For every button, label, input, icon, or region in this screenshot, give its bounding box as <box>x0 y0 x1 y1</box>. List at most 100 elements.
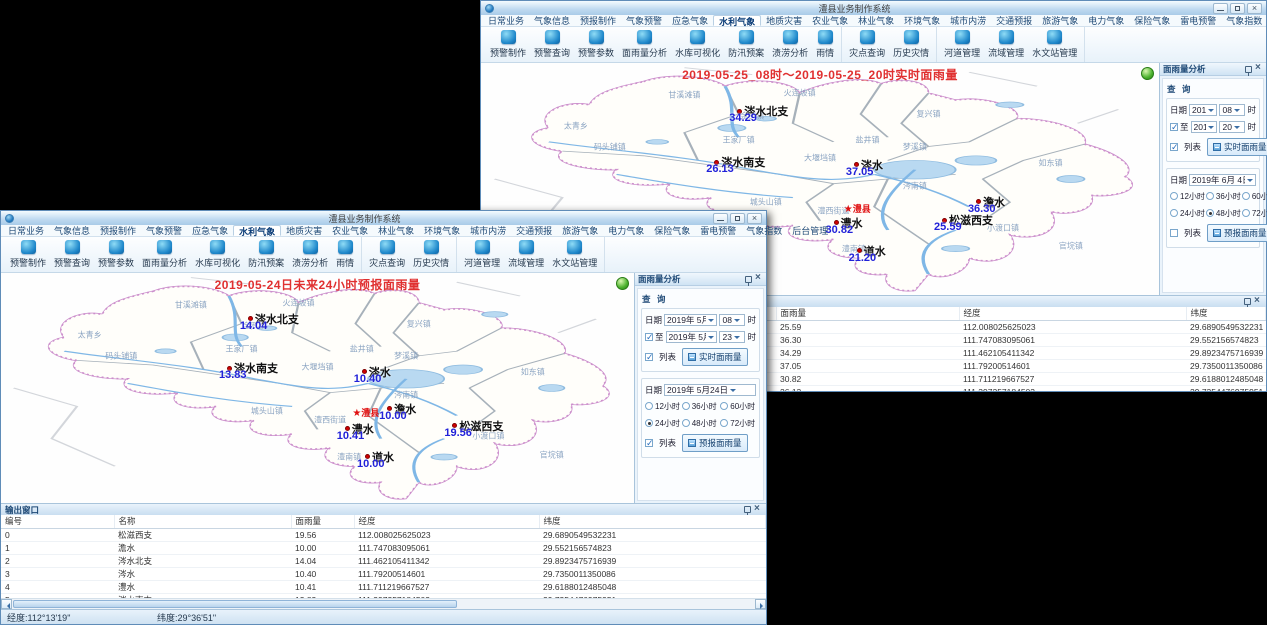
map-canvas[interactable]: 甘溪滩镇太青乡码头铺镇金罗镇火连坡镇王家厂镇复兴镇盐井镇大堰垱镇梦溪镇涔南镇如东… <box>1 273 634 503</box>
ribbon-tab[interactable]: 应急气象 <box>667 15 713 26</box>
horizontal-scrollbar[interactable] <box>1 598 766 609</box>
pin-icon[interactable] <box>745 276 752 283</box>
list-checkbox[interactable] <box>645 439 653 447</box>
ribbon-tab[interactable]: 日常业务 <box>483 15 529 26</box>
to-date-select[interactable]: 2019年 5月25日 <box>1191 121 1218 133</box>
to-checkbox[interactable] <box>645 333 653 341</box>
radio-36h[interactable]: 36小时 <box>682 401 720 412</box>
ribbon-tab[interactable]: 雷电预警 <box>1175 15 1221 26</box>
radio-72h[interactable]: 72小时 <box>720 418 756 429</box>
to-checkbox[interactable] <box>1170 123 1178 131</box>
ribbon-tab[interactable]: 水利气象 <box>233 225 281 236</box>
to-hour-select[interactable]: 20 <box>1219 121 1245 133</box>
toolbar-item[interactable]: 水库可视化 <box>671 28 724 61</box>
ribbon-tab[interactable]: 地质灾害 <box>281 225 327 236</box>
forecast-rain-button[interactable]: 预报面雨量 <box>682 434 748 452</box>
toolbar-item[interactable]: 灾点查询 <box>845 28 889 61</box>
scrollbar-thumb[interactable] <box>13 600 457 608</box>
forecast-date-select[interactable]: 2019年 6月 4日 <box>1189 174 1256 186</box>
table-row[interactable]: 0松滋西支19.56 112.00802562502329.6890549532… <box>1 528 766 541</box>
toolbar-item[interactable]: 历史灾情 <box>409 238 453 271</box>
titlebar[interactable]: 澧县业务制作系统 <box>1 211 766 225</box>
from-hour-select[interactable]: 08 <box>719 314 745 326</box>
column-header[interactable]: 面雨量 <box>776 307 959 320</box>
to-hour-select[interactable]: 23 <box>719 331 745 343</box>
radio-24h[interactable]: 24小时 <box>1170 208 1205 219</box>
maximize-button[interactable] <box>1230 3 1245 14</box>
toolbar-item[interactable]: 预警查询 <box>50 238 94 271</box>
radio-60h[interactable]: 60小时 <box>720 401 756 412</box>
scroll-right-arrow[interactable] <box>755 599 766 609</box>
realtime-rain-button[interactable]: 实时面雨量 <box>1207 138 1267 156</box>
toolbar-item[interactable]: 预警制作 <box>486 28 530 61</box>
list-checkbox[interactable] <box>1170 229 1178 237</box>
panel-close-icon[interactable] <box>755 275 763 283</box>
table-row[interactable]: 1澹水10.00 111.74708309506129.552156574823 <box>1 541 766 554</box>
toolbar-item[interactable]: 雨情 <box>332 238 358 271</box>
ribbon-tab[interactable]: 雷电预警 <box>695 225 741 236</box>
minimize-button[interactable] <box>1213 3 1228 14</box>
ribbon-tab[interactable]: 环境气象 <box>899 15 945 26</box>
ribbon-tab[interactable]: 日常业务 <box>3 225 49 236</box>
list-checkbox[interactable] <box>645 353 653 361</box>
scroll-left-arrow[interactable] <box>1 599 12 609</box>
ribbon-tab[interactable]: 水利气象 <box>713 15 761 26</box>
ribbon-tab[interactable]: 林业气象 <box>373 225 419 236</box>
ribbon-tab[interactable]: 农业气象 <box>807 15 853 26</box>
toolbar-item[interactable]: 水文站管理 <box>1028 28 1081 61</box>
ribbon-tab[interactable]: 林业气象 <box>853 15 899 26</box>
toolbar-item[interactable]: 雨情 <box>812 28 838 61</box>
ribbon-tab[interactable]: 气象预警 <box>621 15 667 26</box>
pin-icon[interactable] <box>1244 298 1251 305</box>
toolbar-item[interactable]: 面雨量分析 <box>618 28 671 61</box>
ribbon-tab[interactable]: 气象预警 <box>141 225 187 236</box>
table-row[interactable]: 3涔水10.40 111.7920051460129.7350011350086 <box>1 567 766 580</box>
panel-close-icon[interactable] <box>754 506 762 514</box>
ribbon-tab[interactable]: 交通预报 <box>991 15 1037 26</box>
ribbon-tab[interactable]: 后台管理 <box>787 225 833 236</box>
ribbon-tab[interactable]: 预报制作 <box>575 15 621 26</box>
ribbon-tab[interactable]: 电力气象 <box>1083 15 1129 26</box>
toolbar-item[interactable]: 水文站管理 <box>548 238 601 271</box>
radio-12h[interactable]: 12小时 <box>645 401 681 412</box>
table-row[interactable]: 2涔水北支14.04 111.46210541134229.8923475716… <box>1 554 766 567</box>
toolbar-item[interactable]: 历史灾情 <box>889 28 933 61</box>
toolbar-item[interactable]: 河道管理 <box>940 28 984 61</box>
toolbar-item[interactable]: 流域管理 <box>984 28 1028 61</box>
ribbon-tab[interactable]: 电力气象 <box>603 225 649 236</box>
radio-48h[interactable]: 48小时 <box>682 418 720 429</box>
toolbar-item[interactable]: 水库可视化 <box>191 238 244 271</box>
panel-close-icon[interactable] <box>1254 298 1262 306</box>
radio-60h[interactable]: 60小时 <box>1242 191 1267 202</box>
ribbon-tab[interactable]: 农业气象 <box>327 225 373 236</box>
maximize-button[interactable] <box>730 213 745 224</box>
titlebar[interactable]: 澧县业务制作系统 <box>481 1 1266 15</box>
from-date-select[interactable]: 2019年 5月25日 <box>1189 104 1217 116</box>
column-header[interactable]: 编号 <box>1 515 114 528</box>
from-hour-select[interactable]: 08 <box>1219 104 1245 116</box>
toolbar-item[interactable]: 预警查询 <box>530 28 574 61</box>
toolbar-item[interactable]: 防汛预案 <box>724 28 768 61</box>
toolbar-item[interactable]: 渍涝分析 <box>768 28 812 61</box>
pin-icon[interactable] <box>1245 66 1252 73</box>
forecast-date-select[interactable]: 2019年 5月24日 <box>664 384 756 396</box>
table-row[interactable]: 4澧水10.41 111.71121966752729.618801248504… <box>1 580 766 593</box>
toolbar-item[interactable]: 预警参数 <box>94 238 138 271</box>
ribbon-tab[interactable]: 气象指数 <box>1221 15 1267 26</box>
globe-button[interactable] <box>616 277 629 290</box>
toolbar-item[interactable]: 防汛预案 <box>244 238 288 271</box>
radio-24h[interactable]: 24小时 <box>645 418 681 429</box>
radio-12h[interactable]: 12小时 <box>1170 191 1205 202</box>
ribbon-tab[interactable]: 气象信息 <box>529 15 575 26</box>
globe-button[interactable] <box>1141 67 1154 80</box>
ribbon-tab[interactable]: 城市内涝 <box>465 225 511 236</box>
ribbon-tab[interactable]: 保险气象 <box>649 225 695 236</box>
column-header[interactable]: 纬度 <box>539 515 766 528</box>
ribbon-tab[interactable]: 旅游气象 <box>1037 15 1083 26</box>
ribbon-tab[interactable]: 地质灾害 <box>761 15 807 26</box>
column-header[interactable]: 纬度 <box>1186 307 1266 320</box>
ribbon-tab[interactable]: 城市内涝 <box>945 15 991 26</box>
close-button[interactable] <box>1247 3 1262 14</box>
radio-48h[interactable]: 48小时 <box>1206 208 1241 219</box>
ribbon-tab[interactable]: 交通预报 <box>511 225 557 236</box>
